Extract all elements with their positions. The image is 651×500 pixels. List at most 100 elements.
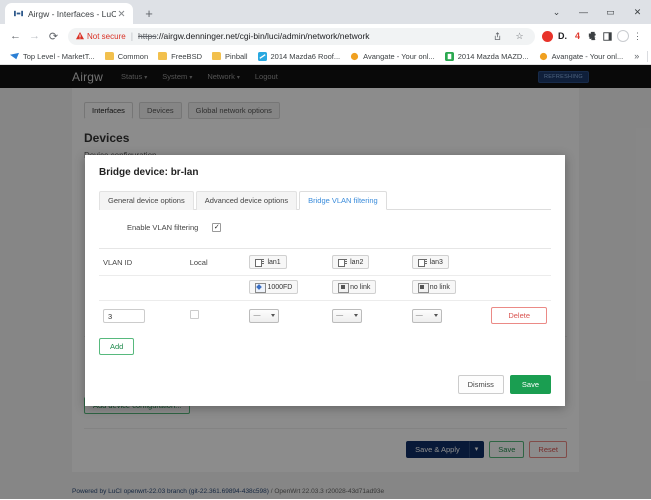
new-tab-button[interactable]: + bbox=[139, 3, 159, 23]
bookmark-item[interactable]: Pinball bbox=[207, 52, 253, 61]
adblock-extension-icon[interactable] bbox=[540, 29, 555, 44]
chevron-down-icon bbox=[271, 314, 276, 317]
site-icon bbox=[257, 51, 267, 61]
port-lan3-select[interactable]: — bbox=[411, 308, 442, 323]
port-status-lan2: no link bbox=[328, 275, 408, 301]
puzzle-extensions-icon[interactable] bbox=[585, 29, 600, 44]
add-vlan-wrap: Add bbox=[99, 330, 551, 359]
status-spacer-local bbox=[185, 275, 246, 301]
browser-toolbar: ← → ⟳ Not secure | https://airgw.denning… bbox=[0, 24, 651, 48]
status-spacer-actions bbox=[487, 275, 551, 301]
column-vlan-id: VLAN ID bbox=[99, 248, 186, 276]
back-icon[interactable]: ← bbox=[6, 27, 25, 46]
modal-actions: Dismiss Save bbox=[99, 359, 551, 394]
add-vlan-button[interactable]: Add bbox=[99, 338, 135, 355]
side-panel-icon[interactable] bbox=[600, 29, 615, 44]
port-lan1-cell: — bbox=[245, 301, 328, 331]
chevron-down-icon bbox=[354, 314, 359, 317]
bookmark-item[interactable]: Avangate - Your onl... bbox=[345, 52, 440, 61]
column-port-lan1: lan1 bbox=[245, 248, 329, 276]
column-port-lan2: lan2 bbox=[328, 248, 408, 276]
vlan-id-input[interactable]: 3 bbox=[103, 308, 145, 323]
dismiss-button[interactable]: Dismiss bbox=[457, 375, 504, 394]
profile-avatar-icon[interactable] bbox=[615, 29, 630, 44]
folder-icon bbox=[158, 52, 168, 61]
bookmark-item[interactable]: FreeBSD bbox=[153, 52, 207, 61]
status-spacer-vlan bbox=[99, 275, 186, 301]
column-port-lan3: lan3 bbox=[407, 248, 488, 276]
vlan-row: 3 — — — Delete bbox=[99, 301, 551, 331]
modal-save-button[interactable]: Save bbox=[509, 375, 551, 394]
share-icon[interactable] bbox=[490, 29, 505, 44]
bookmark-label: FreeBSD bbox=[171, 51, 202, 61]
reload-icon[interactable]: ⟳ bbox=[44, 27, 63, 46]
port-badge-lan3[interactable]: lan3 bbox=[411, 255, 449, 269]
address-bar[interactable]: Not secure | https://airgw.denninger.net… bbox=[68, 27, 535, 45]
page-viewport: Airgw Status ▾ System ▾ Network ▾ Logout RE… bbox=[0, 65, 651, 499]
port-lan2-select[interactable]: — bbox=[332, 308, 363, 323]
luci-favicon bbox=[13, 9, 23, 19]
tab-bridge-vlan-filtering[interactable]: Bridge VLAN filtering bbox=[299, 191, 387, 210]
bookmark-item[interactable]: Top Level - MarketT... bbox=[5, 52, 100, 61]
bookmark-label: Avangate - Your onl... bbox=[551, 51, 624, 61]
maximize-button[interactable]: ▭ bbox=[597, 0, 624, 24]
bookmarks-overflow-button[interactable]: » bbox=[628, 51, 645, 61]
local-checkbox[interactable] bbox=[189, 310, 199, 319]
enable-vlan-filtering-checkbox[interactable]: ✓ bbox=[212, 223, 222, 232]
port-lan2-cell: — bbox=[328, 301, 408, 331]
browser-tab[interactable]: Airgw - Interfaces - LuCI bbox=[5, 3, 133, 24]
port-lan1-select[interactable]: — bbox=[249, 308, 280, 323]
delete-vlan-button[interactable]: Delete bbox=[491, 307, 547, 324]
window-controls: ⌄ — ▭ ✕ bbox=[543, 0, 651, 24]
link-down-icon bbox=[338, 283, 350, 293]
bookmark-item[interactable]: 2014 Mazda MAZD... bbox=[440, 51, 534, 61]
enable-vlan-filtering-field: Enable VLAN filtering ✓ bbox=[99, 210, 551, 244]
bridge-device-modal: Bridge device: br-lan General device opt… bbox=[85, 155, 565, 406]
chevron-down-icon bbox=[433, 314, 438, 317]
minimize-button[interactable]: — bbox=[570, 0, 597, 24]
forward-icon[interactable]: → bbox=[25, 27, 44, 46]
link-down-icon bbox=[417, 283, 429, 293]
ethernet-icon bbox=[338, 258, 348, 267]
url-scheme: https bbox=[138, 31, 157, 41]
bookmark-label: Pinball bbox=[224, 51, 248, 61]
security-label: Not secure bbox=[87, 31, 126, 41]
bookmark-item[interactable]: Common bbox=[100, 52, 153, 61]
counter-extension-icon[interactable]: 4 bbox=[570, 29, 585, 44]
folder-icon bbox=[104, 52, 114, 61]
warning-triangle-icon bbox=[76, 32, 84, 40]
port-lan3-cell: — bbox=[408, 301, 488, 331]
link-up-icon bbox=[255, 283, 267, 293]
bookmarks-divider bbox=[647, 50, 649, 62]
bookmark-star-icon[interactable]: ☆ bbox=[512, 29, 527, 44]
bookmark-label: Top Level - MarketT... bbox=[23, 51, 95, 61]
modal-title: Bridge device: br-lan bbox=[99, 167, 199, 178]
site-icon bbox=[444, 51, 454, 61]
port-badge-lan1[interactable]: lan1 bbox=[249, 255, 287, 269]
omnibox-divider: | bbox=[130, 31, 134, 41]
chevron-down-icon[interactable]: ⌄ bbox=[543, 0, 570, 24]
dashlane-extension-icon[interactable]: D. bbox=[555, 29, 570, 44]
site-icon bbox=[350, 52, 359, 61]
bookmark-label: 2014 Mazda6 Roof... bbox=[270, 51, 341, 61]
tab-general-device-options[interactable]: General device options bbox=[99, 191, 194, 210]
bookmark-label: 2014 Mazda MAZD... bbox=[457, 51, 529, 61]
local-cell bbox=[186, 301, 246, 331]
column-local: Local bbox=[185, 248, 246, 276]
port-status-row: 1000FD no link no link bbox=[99, 275, 551, 301]
bookmark-item[interactable]: 2014 Mazda6 Roof... bbox=[253, 51, 346, 61]
chrome-menu-icon[interactable]: ⋮ bbox=[630, 29, 645, 44]
port-status-lan1: 1000FD bbox=[245, 275, 329, 301]
bookmark-item[interactable]: Avangate - Your onl... bbox=[534, 52, 629, 61]
bookmark-label: Common bbox=[117, 51, 149, 61]
tab-close-icon[interactable] bbox=[116, 8, 127, 19]
ethernet-icon bbox=[255, 258, 265, 267]
folder-icon bbox=[211, 52, 221, 61]
url-text: ://airgw.denninger.net/cgi-bin/luci/admi… bbox=[156, 31, 370, 41]
vlan-table-header: VLAN ID Local lan1 lan2 lan3 bbox=[99, 248, 551, 276]
close-window-button[interactable]: ✕ bbox=[624, 0, 651, 24]
bookmarks-bar: Top Level - MarketT... Common FreeBSD Pi… bbox=[0, 48, 651, 65]
tab-advanced-device-options[interactable]: Advanced device options bbox=[195, 191, 298, 210]
row-actions-cell: Delete bbox=[487, 301, 551, 331]
port-badge-lan2[interactable]: lan2 bbox=[332, 255, 370, 269]
